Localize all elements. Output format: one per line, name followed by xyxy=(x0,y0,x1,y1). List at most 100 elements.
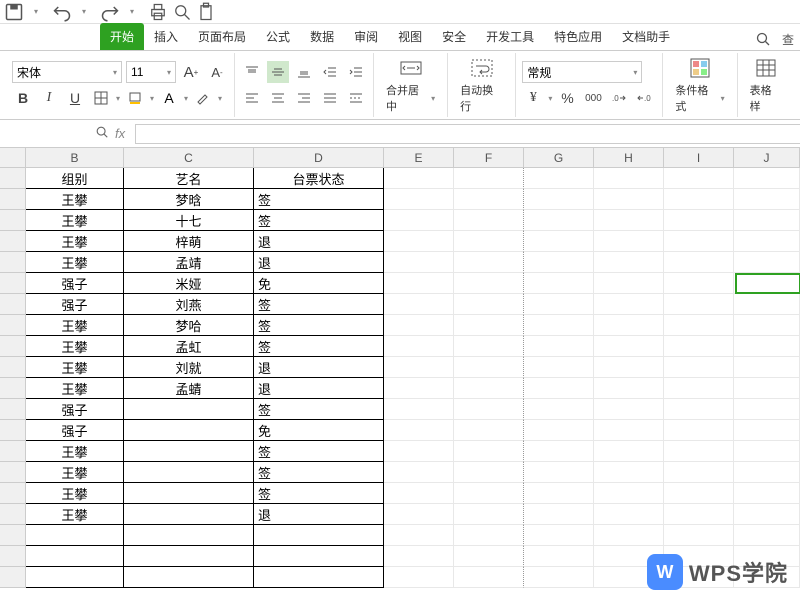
cell[interactable]: 签 xyxy=(254,189,384,210)
cell[interactable] xyxy=(524,189,594,210)
border-button[interactable] xyxy=(90,87,112,109)
cell[interactable] xyxy=(664,336,734,357)
cell[interactable] xyxy=(454,294,524,315)
cell[interactable] xyxy=(454,378,524,399)
col-header-D[interactable]: D xyxy=(254,148,384,167)
decrease-indent-icon[interactable] xyxy=(319,61,341,83)
cell[interactable] xyxy=(524,525,594,546)
cell[interactable] xyxy=(124,483,254,504)
cell[interactable] xyxy=(524,567,594,588)
tab-start[interactable]: 开始 xyxy=(100,23,144,50)
clear-format-button[interactable] xyxy=(192,87,214,109)
font-color-button[interactable]: A xyxy=(158,87,180,109)
cell[interactable] xyxy=(384,315,454,336)
cell[interactable] xyxy=(124,504,254,525)
decrease-font-icon[interactable]: A- xyxy=(206,61,228,83)
cell[interactable] xyxy=(384,399,454,420)
col-header-F[interactable]: F xyxy=(454,148,524,167)
cell[interactable] xyxy=(384,252,454,273)
cell[interactable] xyxy=(594,378,664,399)
cell[interactable] xyxy=(454,420,524,441)
cell[interactable] xyxy=(594,273,664,294)
cell[interactable] xyxy=(734,231,800,252)
cell[interactable] xyxy=(734,273,800,294)
table-row[interactable]: 王攀签 xyxy=(0,483,800,504)
underline-button[interactable]: U xyxy=(64,87,86,109)
tab-doc-assistant[interactable]: 文档助手 xyxy=(612,23,680,50)
cell[interactable]: 强子 xyxy=(26,399,124,420)
col-header-C[interactable]: C xyxy=(124,148,254,167)
align-top-icon[interactable] xyxy=(241,61,263,83)
cell[interactable] xyxy=(664,462,734,483)
cell[interactable]: 艺名 xyxy=(124,168,254,189)
tab-security[interactable]: 安全 xyxy=(432,23,476,50)
cell[interactable] xyxy=(524,357,594,378)
cell[interactable] xyxy=(384,210,454,231)
cell[interactable] xyxy=(664,189,734,210)
cell[interactable]: 签 xyxy=(254,441,384,462)
cell[interactable]: 退 xyxy=(254,231,384,252)
fill-color-button[interactable] xyxy=(124,87,146,109)
cell[interactable]: 签 xyxy=(254,294,384,315)
align-justify-icon[interactable] xyxy=(319,87,341,109)
cell[interactable] xyxy=(594,168,664,189)
cell[interactable]: 孟蜻 xyxy=(124,378,254,399)
increase-indent-icon[interactable] xyxy=(345,61,367,83)
cell[interactable] xyxy=(594,315,664,336)
tab-insert[interactable]: 插入 xyxy=(144,23,188,50)
cell[interactable] xyxy=(734,483,800,504)
cell[interactable] xyxy=(664,168,734,189)
cell[interactable] xyxy=(524,441,594,462)
cell[interactable] xyxy=(524,546,594,567)
cell[interactable]: 梦哈 xyxy=(124,315,254,336)
table-row[interactable]: 王攀孟虹签 xyxy=(0,336,800,357)
cell[interactable] xyxy=(594,210,664,231)
cell[interactable] xyxy=(454,504,524,525)
table-row[interactable]: 王攀签 xyxy=(0,441,800,462)
cell[interactable] xyxy=(384,273,454,294)
cell[interactable] xyxy=(664,357,734,378)
cell[interactable]: 王攀 xyxy=(26,462,124,483)
table-row[interactable]: 王攀梦哈签 xyxy=(0,315,800,336)
cell[interactable]: 免 xyxy=(254,273,384,294)
cell[interactable] xyxy=(524,294,594,315)
wrap-text-button[interactable]: 自动换行 xyxy=(454,52,509,118)
fill-dropdown-icon[interactable]: ▾ xyxy=(150,94,154,103)
font-size-select[interactable]: 11▾ xyxy=(126,61,176,83)
redo-icon[interactable] xyxy=(100,2,120,22)
cell[interactable] xyxy=(524,231,594,252)
cell[interactable] xyxy=(454,399,524,420)
cell[interactable]: 孟靖 xyxy=(124,252,254,273)
table-row[interactable]: 组别艺名台票状态 xyxy=(0,168,800,189)
table-row[interactable]: 王攀孟蜻退 xyxy=(0,378,800,399)
cell[interactable] xyxy=(664,399,734,420)
cell[interactable] xyxy=(734,525,800,546)
cell[interactable]: 梦晗 xyxy=(124,189,254,210)
grid-rows[interactable]: 组别艺名台票状态王攀梦晗签王攀十七签王攀梓萌退王攀孟靖退强子米娅免强子刘燕签王攀… xyxy=(0,168,800,588)
cell[interactable] xyxy=(384,336,454,357)
font-name-select[interactable]: 宋体▾ xyxy=(12,61,122,83)
table-style-button[interactable]: 表格样 xyxy=(744,52,788,118)
col-header-G[interactable]: G xyxy=(524,148,594,167)
cell[interactable] xyxy=(594,294,664,315)
cell[interactable] xyxy=(594,231,664,252)
table-row[interactable]: 王攀十七签 xyxy=(0,210,800,231)
table-row[interactable]: 强子免 xyxy=(0,420,800,441)
table-row[interactable]: 强子签 xyxy=(0,399,800,420)
cell[interactable] xyxy=(26,546,124,567)
table-row[interactable]: 强子米娅免 xyxy=(0,273,800,294)
cell[interactable] xyxy=(454,336,524,357)
tab-view[interactable]: 视图 xyxy=(388,23,432,50)
currency-dropdown-icon[interactable]: ▾ xyxy=(548,94,552,103)
table-row[interactable]: 王攀签 xyxy=(0,462,800,483)
cell[interactable]: 刘就 xyxy=(124,357,254,378)
cell[interactable] xyxy=(734,210,800,231)
cell[interactable]: 十七 xyxy=(124,210,254,231)
cell[interactable]: 王攀 xyxy=(26,189,124,210)
cell[interactable]: 台票状态 xyxy=(254,168,384,189)
cell[interactable] xyxy=(124,399,254,420)
align-middle-icon[interactable] xyxy=(267,61,289,83)
increase-decimal-button[interactable]: .0 xyxy=(608,87,630,109)
cell[interactable] xyxy=(454,483,524,504)
clipboard-icon[interactable] xyxy=(196,2,216,22)
